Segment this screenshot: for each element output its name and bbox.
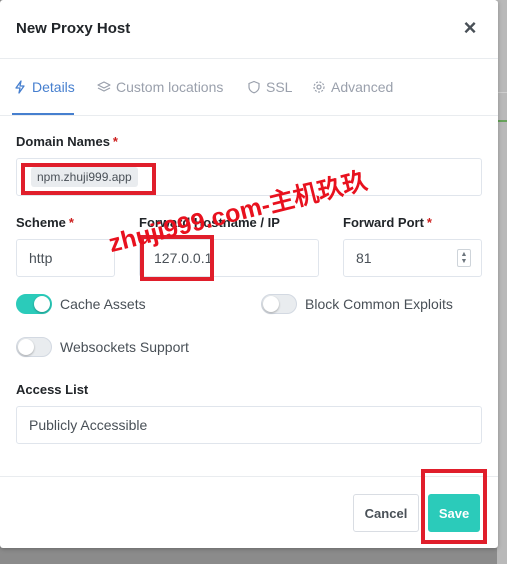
shield-icon bbox=[248, 80, 260, 94]
forward-hostname-value: 127.0.0.1 bbox=[154, 250, 213, 266]
modal-header: New Proxy Host × bbox=[0, 0, 498, 59]
scheme-select[interactable]: http bbox=[16, 239, 115, 277]
tab-ssl[interactable]: SSL bbox=[247, 79, 292, 95]
required-mark: * bbox=[112, 134, 118, 149]
tab-label: Advanced bbox=[331, 79, 394, 95]
bolt-icon bbox=[15, 80, 25, 94]
forward-port-input[interactable]: 81 ▲ ▼ bbox=[343, 239, 482, 277]
forward-port-label: Forward Port * bbox=[343, 215, 432, 230]
toggle-knob bbox=[34, 296, 50, 312]
websockets-toggle[interactable] bbox=[16, 337, 52, 357]
tab-details[interactable]: Details bbox=[13, 79, 75, 95]
tab-advanced[interactable]: Advanced bbox=[312, 79, 393, 95]
access-list-select[interactable]: Publicly Accessible bbox=[16, 406, 482, 444]
cache-assets-label: Cache Assets bbox=[60, 296, 146, 312]
forward-port-value: 81 bbox=[356, 250, 372, 266]
scheme-label: Scheme * bbox=[16, 215, 74, 230]
tab-label: Details bbox=[32, 79, 75, 95]
tab-bar: Details Custom locations SSL Advanced bbox=[0, 59, 498, 116]
save-button[interactable]: Save bbox=[428, 494, 480, 532]
toggle-knob bbox=[18, 339, 34, 355]
new-proxy-host-modal: New Proxy Host × Details Custom location… bbox=[0, 0, 498, 548]
tab-label: SSL bbox=[266, 79, 293, 95]
port-stepper[interactable]: ▲ ▼ bbox=[457, 249, 471, 267]
layers-icon bbox=[97, 81, 111, 92]
backdrop-accent-line bbox=[497, 120, 507, 122]
required-mark: * bbox=[68, 215, 74, 230]
access-list-label: Access List bbox=[16, 382, 89, 397]
backdrop-page bbox=[497, 0, 507, 564]
websockets-label: Websockets Support bbox=[60, 339, 189, 355]
forward-hostname-label: Forward Hostname / IP bbox=[139, 215, 280, 230]
block-exploits-label: Block Common Exploits bbox=[305, 296, 453, 312]
forward-hostname-input[interactable]: 127.0.0.1 bbox=[139, 239, 319, 277]
modal-footer: Cancel Save bbox=[0, 476, 498, 548]
cache-assets-toggle[interactable] bbox=[16, 294, 52, 314]
close-button[interactable]: × bbox=[460, 17, 480, 39]
domain-chip[interactable]: npm.zhuji999.app bbox=[31, 167, 138, 187]
active-tab-indicator bbox=[12, 113, 74, 115]
domain-names-label: Domain Names * bbox=[16, 134, 118, 149]
tab-label: Custom locations bbox=[116, 79, 224, 95]
tab-custom-locations[interactable]: Custom locations bbox=[97, 79, 223, 95]
toggle-knob bbox=[263, 296, 279, 312]
gear-icon bbox=[313, 81, 325, 93]
chevron-up-icon[interactable]: ▲ bbox=[461, 251, 468, 258]
scheme-value: http bbox=[29, 250, 53, 266]
cancel-button[interactable]: Cancel bbox=[353, 494, 419, 532]
required-mark: * bbox=[426, 215, 432, 230]
backdrop-divider bbox=[497, 92, 507, 93]
block-exploits-toggle[interactable] bbox=[261, 294, 297, 314]
modal-title: New Proxy Host bbox=[16, 20, 131, 37]
domain-names-input[interactable]: npm.zhuji999.app bbox=[16, 158, 482, 196]
chevron-down-icon[interactable]: ▼ bbox=[461, 258, 468, 265]
access-list-value: Publicly Accessible bbox=[29, 417, 148, 433]
